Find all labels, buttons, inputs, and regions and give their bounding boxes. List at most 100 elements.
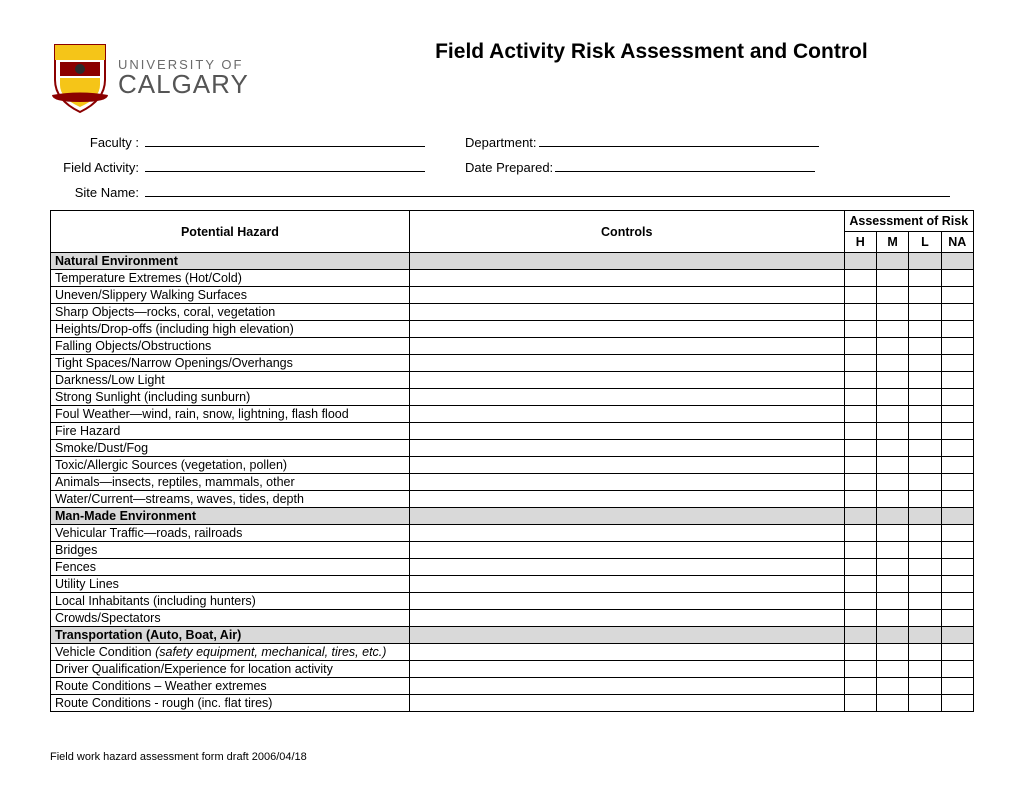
- controls-cell[interactable]: [409, 559, 844, 576]
- risk-cell[interactable]: [844, 287, 876, 304]
- faculty-input[interactable]: [145, 146, 425, 147]
- risk-cell[interactable]: [909, 457, 941, 474]
- risk-cell[interactable]: [909, 338, 941, 355]
- risk-cell[interactable]: [909, 389, 941, 406]
- risk-cell[interactable]: [876, 678, 908, 695]
- risk-cell[interactable]: [909, 525, 941, 542]
- risk-cell[interactable]: [909, 287, 941, 304]
- risk-cell[interactable]: [876, 457, 908, 474]
- risk-cell[interactable]: [941, 440, 973, 457]
- controls-cell[interactable]: [409, 593, 844, 610]
- risk-cell[interactable]: [844, 406, 876, 423]
- risk-cell[interactable]: [941, 695, 973, 712]
- controls-cell[interactable]: [409, 661, 844, 678]
- controls-cell[interactable]: [409, 389, 844, 406]
- risk-cell[interactable]: [844, 678, 876, 695]
- controls-cell[interactable]: [409, 372, 844, 389]
- risk-cell[interactable]: [876, 661, 908, 678]
- controls-cell[interactable]: [409, 406, 844, 423]
- risk-cell[interactable]: [909, 440, 941, 457]
- risk-cell[interactable]: [844, 644, 876, 661]
- controls-cell[interactable]: [409, 695, 844, 712]
- controls-cell[interactable]: [409, 440, 844, 457]
- risk-cell[interactable]: [876, 440, 908, 457]
- risk-cell[interactable]: [876, 270, 908, 287]
- controls-cell[interactable]: [409, 457, 844, 474]
- site-name-input[interactable]: [145, 196, 950, 197]
- risk-cell[interactable]: [909, 406, 941, 423]
- controls-cell[interactable]: [409, 610, 844, 627]
- controls-cell[interactable]: [409, 644, 844, 661]
- field-activity-input[interactable]: [145, 171, 425, 172]
- risk-cell[interactable]: [909, 355, 941, 372]
- risk-cell[interactable]: [876, 338, 908, 355]
- risk-cell[interactable]: [941, 542, 973, 559]
- risk-cell[interactable]: [844, 474, 876, 491]
- controls-cell[interactable]: [409, 474, 844, 491]
- risk-cell[interactable]: [876, 406, 908, 423]
- controls-cell[interactable]: [409, 321, 844, 338]
- risk-cell[interactable]: [844, 610, 876, 627]
- risk-cell[interactable]: [941, 287, 973, 304]
- risk-cell[interactable]: [844, 491, 876, 508]
- risk-cell[interactable]: [941, 406, 973, 423]
- controls-cell[interactable]: [409, 355, 844, 372]
- risk-cell[interactable]: [941, 338, 973, 355]
- risk-cell[interactable]: [844, 372, 876, 389]
- risk-cell[interactable]: [941, 525, 973, 542]
- controls-cell[interactable]: [409, 338, 844, 355]
- controls-cell[interactable]: [409, 542, 844, 559]
- risk-cell[interactable]: [909, 661, 941, 678]
- risk-cell[interactable]: [941, 355, 973, 372]
- risk-cell[interactable]: [844, 542, 876, 559]
- risk-cell[interactable]: [844, 304, 876, 321]
- risk-cell[interactable]: [909, 270, 941, 287]
- risk-cell[interactable]: [876, 287, 908, 304]
- controls-cell[interactable]: [409, 525, 844, 542]
- risk-cell[interactable]: [876, 542, 908, 559]
- risk-cell[interactable]: [909, 474, 941, 491]
- risk-cell[interactable]: [941, 491, 973, 508]
- controls-cell[interactable]: [409, 304, 844, 321]
- risk-cell[interactable]: [844, 695, 876, 712]
- risk-cell[interactable]: [844, 457, 876, 474]
- department-input[interactable]: [539, 146, 819, 147]
- risk-cell[interactable]: [909, 423, 941, 440]
- risk-cell[interactable]: [844, 576, 876, 593]
- risk-cell[interactable]: [876, 372, 908, 389]
- risk-cell[interactable]: [876, 355, 908, 372]
- risk-cell[interactable]: [909, 321, 941, 338]
- risk-cell[interactable]: [844, 270, 876, 287]
- risk-cell[interactable]: [941, 678, 973, 695]
- controls-cell[interactable]: [409, 287, 844, 304]
- risk-cell[interactable]: [909, 644, 941, 661]
- risk-cell[interactable]: [876, 593, 908, 610]
- risk-cell[interactable]: [941, 389, 973, 406]
- date-prepared-input[interactable]: [555, 171, 815, 172]
- risk-cell[interactable]: [941, 270, 973, 287]
- controls-cell[interactable]: [409, 423, 844, 440]
- risk-cell[interactable]: [844, 338, 876, 355]
- risk-cell[interactable]: [941, 304, 973, 321]
- risk-cell[interactable]: [876, 576, 908, 593]
- risk-cell[interactable]: [909, 491, 941, 508]
- risk-cell[interactable]: [876, 610, 908, 627]
- risk-cell[interactable]: [941, 593, 973, 610]
- risk-cell[interactable]: [876, 389, 908, 406]
- risk-cell[interactable]: [876, 474, 908, 491]
- risk-cell[interactable]: [909, 695, 941, 712]
- risk-cell[interactable]: [876, 644, 908, 661]
- risk-cell[interactable]: [844, 559, 876, 576]
- risk-cell[interactable]: [909, 610, 941, 627]
- controls-cell[interactable]: [409, 576, 844, 593]
- risk-cell[interactable]: [941, 457, 973, 474]
- risk-cell[interactable]: [909, 576, 941, 593]
- risk-cell[interactable]: [844, 321, 876, 338]
- risk-cell[interactable]: [909, 372, 941, 389]
- risk-cell[interactable]: [941, 321, 973, 338]
- risk-cell[interactable]: [909, 678, 941, 695]
- risk-cell[interactable]: [876, 423, 908, 440]
- risk-cell[interactable]: [909, 593, 941, 610]
- risk-cell[interactable]: [909, 559, 941, 576]
- risk-cell[interactable]: [941, 372, 973, 389]
